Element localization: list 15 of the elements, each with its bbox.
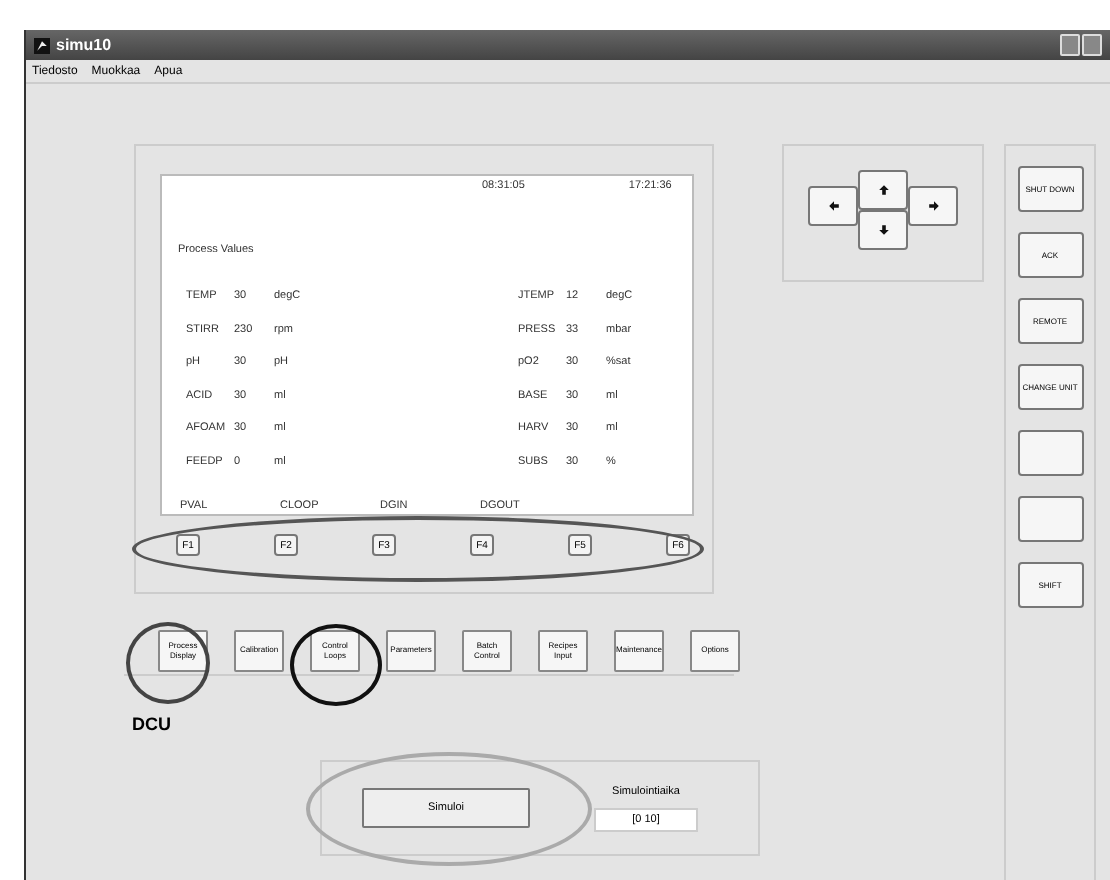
down-arrow-icon xyxy=(877,224,889,236)
up-arrow-button[interactable] xyxy=(858,170,908,210)
down-arrow-button[interactable] xyxy=(858,210,908,250)
blank-side-button[interactable] xyxy=(1017,430,1083,476)
minimize-button[interactable] xyxy=(1060,34,1080,56)
right-arrow-button[interactable] xyxy=(908,186,958,226)
unit-label: DCU xyxy=(132,714,173,734)
right-arrow-icon xyxy=(927,200,939,212)
up-arrow-icon xyxy=(877,184,889,196)
left-arrow-button[interactable] xyxy=(808,186,858,226)
window-title: simu10 xyxy=(56,36,112,54)
app-icon xyxy=(34,37,50,53)
left-arrow-icon xyxy=(827,200,839,212)
blank-side-button[interactable] xyxy=(1017,496,1083,542)
maximize-button[interactable] xyxy=(1082,34,1102,56)
